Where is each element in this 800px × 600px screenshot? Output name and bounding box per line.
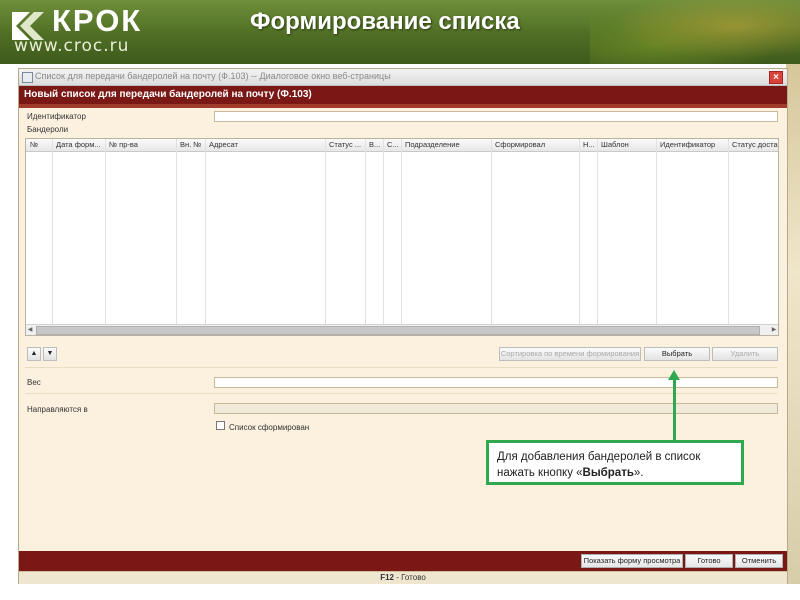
column-divider: [383, 139, 384, 335]
column-divider: [176, 139, 177, 335]
column-header[interactable]: № пр-ва: [107, 140, 177, 150]
brand-name: КРОК: [52, 3, 143, 38]
identifier-input[interactable]: [214, 111, 778, 122]
weight-label: Вес: [27, 378, 41, 387]
parcels-table[interactable]: № Дата форм... № пр-ва Вн. № Адресат Ста…: [25, 138, 779, 336]
column-divider: [728, 139, 729, 335]
column-header[interactable]: №: [28, 140, 54, 150]
presentation-header: КРОК www.croc.ru Формирование списка: [0, 0, 800, 64]
column-divider: [52, 139, 53, 335]
column-divider: [325, 139, 326, 335]
instruction-callout: Для добавления бандеролей в список нажат…: [486, 440, 744, 485]
window-icon: [22, 72, 33, 83]
column-header[interactable]: Статус доставки: [730, 140, 778, 150]
column-header[interactable]: Н...: [581, 140, 597, 150]
sort-by-time-button[interactable]: Сортировка по времени формирования: [499, 347, 641, 361]
decorative-side-strip: [786, 64, 800, 584]
sent-to-label: Направляются в: [27, 405, 88, 414]
status-key: F12: [380, 573, 394, 582]
move-down-button[interactable]: ▼: [43, 347, 57, 361]
column-divider: [401, 139, 402, 335]
column-header[interactable]: В...: [367, 140, 383, 150]
column-header[interactable]: Подразделение: [403, 140, 491, 150]
list-formed-checkbox[interactable]: [216, 421, 225, 430]
column-divider: [597, 139, 598, 335]
done-button[interactable]: Готово: [685, 554, 733, 568]
show-preview-button[interactable]: Показать форму просмотра: [581, 554, 683, 568]
site-url: www.croc.ru: [14, 36, 130, 56]
list-formed-label: Список сформирован: [229, 423, 310, 432]
callout-text-suffix: ».: [633, 467, 644, 479]
status-text: - Готово: [393, 573, 426, 582]
window-titlebar: Список для передачи бандеролей на почту …: [19, 69, 787, 86]
parcels-label: Бандероли: [27, 125, 69, 134]
column-divider: [365, 139, 366, 335]
column-header[interactable]: Дата форм...: [54, 140, 106, 150]
cancel-button[interactable]: Отменить: [735, 554, 783, 568]
status-bar: F12 - Готово: [19, 571, 787, 584]
horizontal-scrollbar[interactable]: ◀ ▶: [26, 324, 778, 335]
column-divider: [105, 139, 106, 335]
column-divider: [491, 139, 492, 335]
weight-input[interactable]: [214, 377, 778, 388]
move-up-button[interactable]: ▲: [27, 347, 41, 361]
column-header[interactable]: Сформировал: [493, 140, 579, 150]
scroll-left-icon[interactable]: ◀: [26, 326, 34, 334]
dialog-heading: Новый список для передачи бандеролей на …: [24, 89, 312, 100]
delete-button[interactable]: Удалить: [712, 347, 778, 361]
column-divider: [579, 139, 580, 335]
callout-arrow-line: [673, 380, 676, 442]
page-title: Формирование списка: [250, 8, 520, 35]
column-header[interactable]: Вн. №: [178, 140, 206, 150]
section-divider: [25, 393, 777, 394]
section-divider: [25, 367, 777, 368]
dialog-window: Список для передачи бандеролей на почту …: [18, 68, 788, 584]
callout-arrow-icon: [668, 370, 680, 380]
scroll-right-icon[interactable]: ▶: [770, 326, 778, 334]
column-header[interactable]: Идентификатор: [658, 140, 728, 150]
scrollbar-thumb[interactable]: [36, 326, 760, 335]
table-header: № Дата форм... № пр-ва Вн. № Адресат Ста…: [26, 139, 778, 152]
select-button[interactable]: Выбрать: [644, 347, 710, 361]
callout-text-bold: Выбрать: [582, 467, 634, 479]
column-header[interactable]: Адресат: [207, 140, 327, 150]
column-divider: [656, 139, 657, 335]
dialog-heading-bar: Новый список для передачи бандеролей на …: [19, 86, 787, 104]
identifier-label: Идентификатор: [27, 112, 86, 121]
window-title: Список для передачи бандеролей на почту …: [35, 71, 391, 81]
column-header[interactable]: Шаблон: [599, 140, 657, 150]
column-header[interactable]: Статус ...: [327, 140, 365, 150]
sent-to-input[interactable]: [214, 403, 778, 414]
decorative-grain-image: [590, 0, 800, 64]
heading-divider: [19, 104, 787, 108]
column-divider: [205, 139, 206, 335]
callout-text: Для добавления бандеролей в список нажат…: [497, 449, 737, 481]
close-icon[interactable]: ×: [769, 71, 783, 84]
column-header[interactable]: С...: [385, 140, 401, 150]
